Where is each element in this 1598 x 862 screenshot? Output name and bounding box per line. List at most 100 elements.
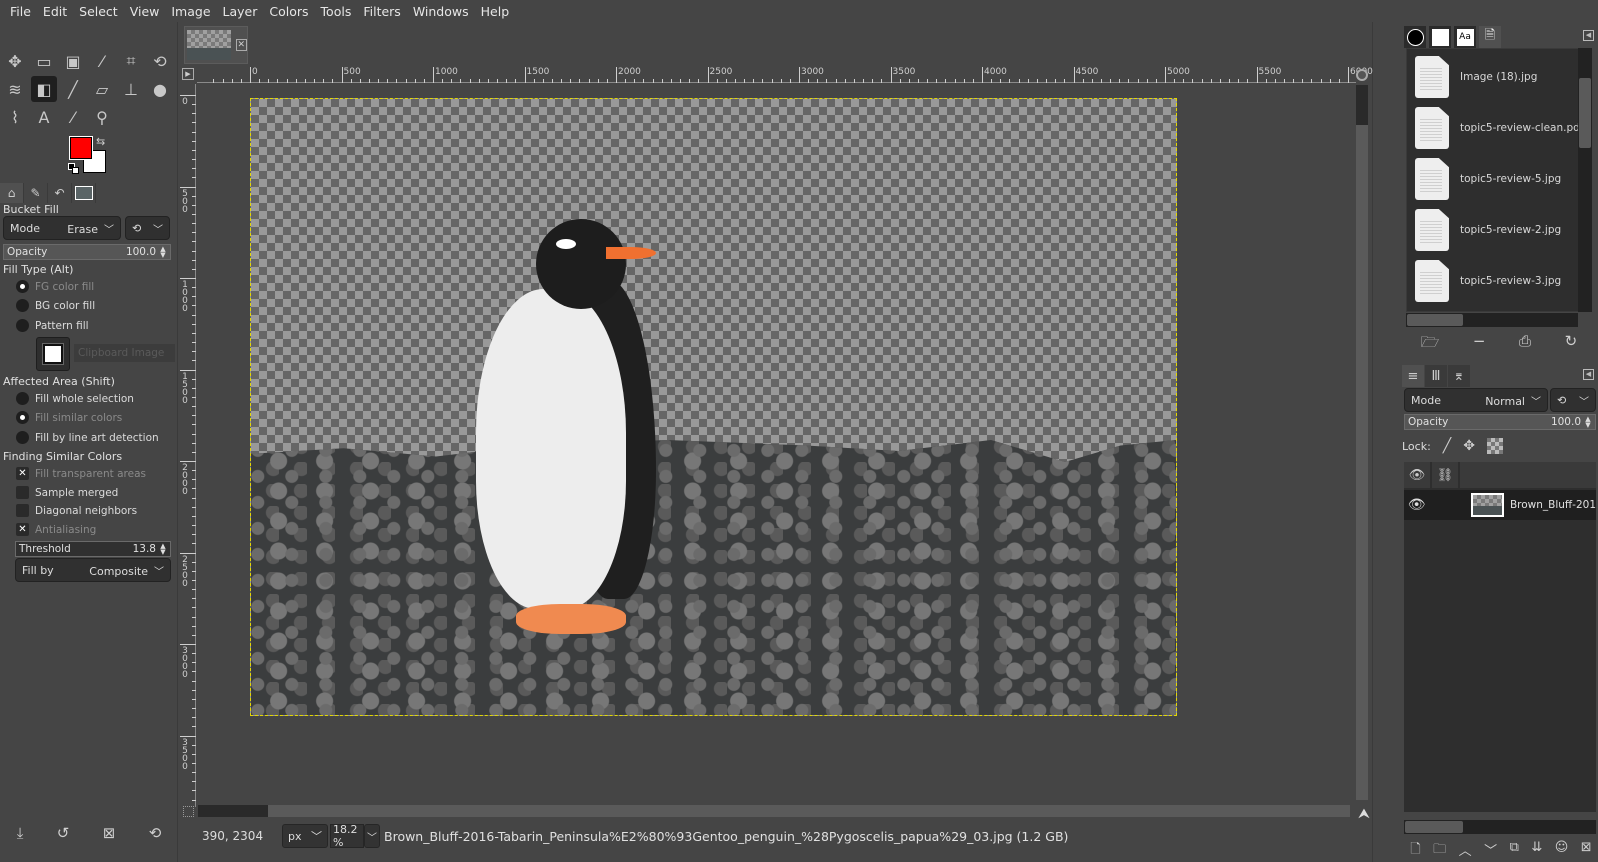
menu-view[interactable]: View [124, 4, 166, 19]
clone-tool[interactable]: ⊥ [118, 76, 144, 102]
zoom-image-icon[interactable] [1356, 69, 1368, 81]
lock-alpha-icon[interactable] [1486, 438, 1503, 454]
fill-by-select[interactable]: Fill by Composite ﹀ [15, 558, 171, 582]
check-diagonal-neighbors[interactable]: Diagonal neighbors [16, 504, 137, 517]
menu-image[interactable]: Image [165, 4, 216, 19]
restore-preset-icon[interactable]: ↺ [57, 824, 70, 842]
foreground-select-tool[interactable]: ▣ [60, 48, 86, 74]
bucket-fill-tool[interactable]: ◧ [31, 76, 57, 102]
zoom-dropdown-button[interactable]: ﹀ [364, 824, 380, 848]
open-document-icon[interactable]: 🗁 [1421, 332, 1440, 357]
remove-entry-icon[interactable]: − [1473, 332, 1486, 357]
dock-menu-icon[interactable]: ◀ [1583, 30, 1594, 41]
menu-tools[interactable]: Tools [315, 4, 358, 19]
layers-hscrollbar[interactable] [1404, 820, 1596, 834]
save-preset-icon[interactable]: ⤓ [17, 824, 24, 842]
menu-layer[interactable]: Layer [217, 4, 264, 19]
menu-windows[interactable]: Windows [407, 4, 475, 19]
vertical-scrollbar[interactable] [1356, 85, 1368, 800]
opacity-spin[interactable]: Opacity 100.0 ▲ ▼ [3, 244, 171, 260]
layer-mode-select[interactable]: Mode Normal ﹀ [1404, 388, 1548, 412]
pattern-preview-button[interactable] [36, 337, 70, 371]
device-status-tab[interactable]: ✎ [24, 183, 48, 203]
check-fill-transparent[interactable]: ✕ Fill transparent areas [16, 467, 146, 480]
paths-tab[interactable]: ⌆ [1448, 365, 1470, 387]
vertical-ruler[interactable]: 0 500 1000 1500 2000 2500 3000 3500 [180, 84, 196, 807]
delete-preset-icon[interactable]: ⊠ [103, 824, 116, 842]
undo-history-tab[interactable]: ↶ [48, 183, 72, 203]
reset-colors-icon[interactable] [68, 163, 80, 175]
patterns-tab[interactable] [1429, 26, 1451, 48]
duplicate-layer-icon[interactable]: ⧉ [1510, 840, 1519, 862]
reset-mode-button[interactable]: ⟲ ﹀ [125, 216, 170, 240]
document-history-tab[interactable]: 🗎 [1479, 26, 1501, 48]
document-item[interactable]: Image (18).jpg [1415, 55, 1537, 99]
scroll-thumb[interactable] [1405, 821, 1463, 833]
image-tab[interactable]: ✕ [184, 26, 248, 64]
layers-tab[interactable]: ≡ [1402, 365, 1424, 387]
reset-options-icon[interactable]: ⟲ [149, 824, 162, 842]
radio-pattern-fill[interactable]: Pattern fill [16, 319, 89, 332]
horizontal-ruler[interactable]: 0 500 1000 1500 2000 2500 3000 3500 4000 4500 5000… [197, 67, 1373, 83]
scroll-thumb[interactable] [1356, 125, 1368, 800]
crop-tool[interactable]: ⌗ [118, 48, 144, 74]
check-sample-merged[interactable]: Sample merged [16, 486, 118, 499]
delete-layer-icon[interactable]: ⊠ [1581, 840, 1592, 862]
radio-fill-whole-selection[interactable]: Fill whole selection [16, 392, 134, 405]
layer-composite-button[interactable]: ⟲ ﹀ [1550, 388, 1596, 412]
eraser-tool[interactable]: ▱ [89, 76, 115, 102]
move-tool[interactable]: ✥ [2, 48, 28, 74]
merge-layer-icon[interactable]: ⇊ [1531, 840, 1542, 862]
dock-menu-icon[interactable]: ◀ [1583, 369, 1594, 380]
document-item[interactable]: topic5-review-3.jpg [1415, 259, 1561, 303]
radio-bg-color-fill[interactable]: BG color fill [16, 299, 95, 312]
fonts-tab[interactable]: Aa [1454, 26, 1476, 48]
transform-tool[interactable]: ⟲ [147, 48, 173, 74]
close-icon[interactable]: ✕ [235, 39, 247, 51]
scroll-thumb[interactable] [1407, 314, 1463, 326]
quick-mask-toggle[interactable] [183, 806, 194, 817]
eye-icon[interactable]: 👁 [1404, 497, 1429, 513]
refresh-icon[interactable]: ↻ [1565, 332, 1578, 357]
menu-file[interactable]: File [4, 4, 37, 19]
canvas[interactable] [198, 85, 1353, 803]
navigate-icon[interactable]: ⮝ [1358, 806, 1370, 822]
zoom-input[interactable]: 18.2 % [330, 823, 364, 849]
zoom-tool[interactable]: ⚲ [89, 104, 115, 130]
menu-arrow-icon[interactable]: ▶ [182, 68, 194, 80]
channels-tab[interactable]: Ⅲ [1425, 365, 1447, 387]
scroll-thumb[interactable] [1579, 78, 1591, 148]
menu-edit[interactable]: Edit [37, 4, 73, 19]
menu-colors[interactable]: Colors [263, 4, 314, 19]
swap-colors-icon[interactable]: ⇆ [96, 135, 105, 148]
document-item[interactable]: topic5-review-5.jpg [1415, 157, 1561, 201]
document-item[interactable]: topic5-review-clean.pdf [1415, 106, 1583, 150]
layer-row[interactable]: 👁 Brown_Bluff-201 [1404, 490, 1596, 520]
radio-fill-line-art[interactable]: Fill by line art detection [16, 431, 159, 444]
menu-select[interactable]: Select [73, 4, 124, 19]
brushes-tab[interactable] [1404, 26, 1426, 48]
paintbrush-tool[interactable]: ╱ [60, 76, 86, 102]
horizontal-scrollbar[interactable] [198, 805, 1350, 817]
menu-help[interactable]: Help [475, 4, 516, 19]
document-list-vscrollbar[interactable] [1578, 48, 1592, 312]
lock-position-icon[interactable]: ✥ [1463, 438, 1475, 454]
check-antialiasing[interactable]: ✕ Antialiasing [16, 523, 96, 536]
foreground-color-swatch[interactable] [69, 136, 93, 160]
rect-select-tool[interactable]: ▭ [31, 48, 57, 74]
mode-select[interactable]: Mode Erase ﹀ [3, 216, 121, 240]
lower-layer-icon[interactable]: ﹀ [1484, 840, 1497, 862]
paths-tool[interactable]: ⌇ [2, 104, 28, 130]
images-tab[interactable] [72, 183, 96, 203]
new-layer-group-icon[interactable]: 🗀 [1433, 840, 1446, 862]
document-list-hscrollbar[interactable] [1406, 313, 1578, 327]
tool-options-tab[interactable]: ⌂ [0, 183, 24, 203]
layer-opacity-spin[interactable]: Opacity 100.0 ▲ ▼ [1404, 414, 1596, 430]
radio-fg-color-fill[interactable]: FG color fill [16, 280, 94, 293]
radio-fill-similar-colors[interactable]: Fill similar colors [16, 411, 122, 424]
fuzzy-select-tool[interactable]: ⁄ [89, 48, 115, 74]
smudge-tool[interactable]: ● [147, 76, 173, 102]
menu-filters[interactable]: Filters [357, 4, 406, 19]
document-item[interactable]: topic5-review-2.jpg [1415, 208, 1561, 252]
text-tool[interactable]: A [31, 104, 57, 130]
